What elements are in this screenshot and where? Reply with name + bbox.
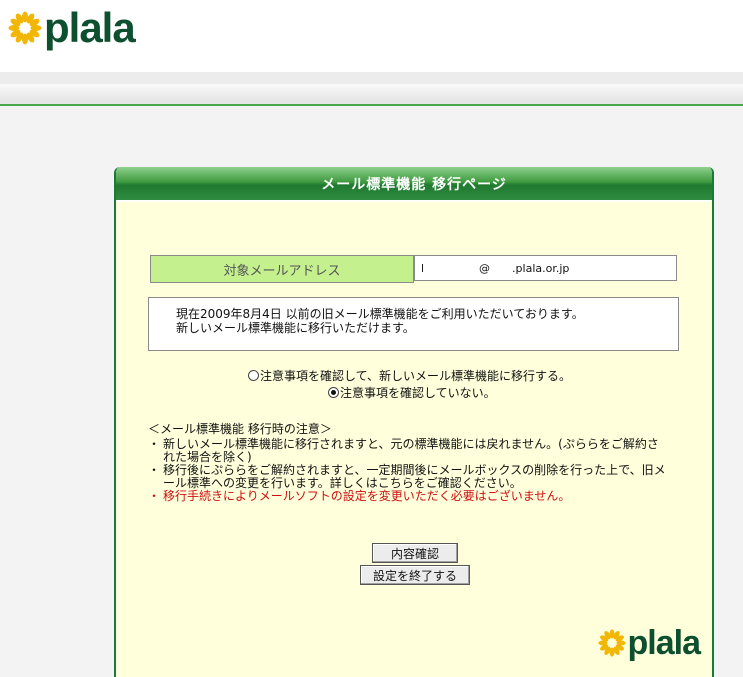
- status-line: 現在2009年8月4日 以前の旧メール標準機能をご利用いただいております。: [176, 307, 584, 321]
- note-text: 移行後にぷららをご解約されますと、一定期間後にメールボックスの削除を行った上で、…: [163, 463, 666, 490]
- sun-flower-icon: [8, 11, 42, 45]
- status-line: 新しいメール標準機能に移行いただけます。: [176, 321, 415, 335]
- header-divider: [0, 72, 743, 106]
- finish-settings-button[interactable]: 設定を終了する: [360, 565, 470, 585]
- confirm-content-button[interactable]: 内容確認: [372, 543, 458, 563]
- migration-panel: メール標準機能 移行ページ 対象メールアドレス l @ .plala.or.jp…: [114, 167, 714, 677]
- notes-heading: ＜メール標準機能 移行時の注意＞: [148, 422, 332, 436]
- note-bullet: ・: [148, 489, 161, 503]
- current-status-message: 現在2009年8月4日 以前の旧メール標準機能をご利用いただいております。 新し…: [148, 297, 679, 351]
- option-not-confirmed[interactable]: 注意事項を確認していない。: [328, 384, 496, 401]
- option-migrate[interactable]: 注意事項を確認して、新しいメール標準機能に移行する。: [248, 367, 571, 384]
- note-bullet: ・: [148, 463, 161, 477]
- note-item: ・ 移行後にぷららをご解約されますと、一定期間後にメールボックスの削除を行った上…: [148, 464, 668, 490]
- target-address-label: 対象メールアドレス: [150, 255, 414, 283]
- note-bullet: ・: [148, 437, 161, 451]
- logo-wordmark: plala: [627, 624, 701, 662]
- not-confirmed-radio[interactable]: [328, 387, 339, 398]
- note-text: 移行手続きによりメールソフトの設定を変更いただく必要はございません。: [163, 489, 571, 503]
- note-text: 新しいメール標準機能に移行されますと、元の標準機能には戻れません。(ぷららをご解…: [163, 437, 659, 464]
- migrate-option-label: 注意事項を確認して、新しいメール標準機能に移行する。: [260, 369, 572, 383]
- sun-flower-icon: [597, 629, 626, 657]
- note-item: ・ 新しいメール標準機能に移行されますと、元の標準機能には戻れません。(ぷららを…: [148, 438, 668, 464]
- not-confirmed-option-label: 注意事項を確認していない。: [340, 386, 496, 400]
- migrate-radio[interactable]: [248, 370, 259, 381]
- plala-footer-logo: plala: [597, 624, 701, 662]
- page-title: メール標準機能 移行ページ: [321, 176, 507, 193]
- site-header: plala: [0, 0, 743, 72]
- panel-header: メール標準機能 移行ページ: [116, 167, 712, 202]
- migration-notes: ＜メール標準機能 移行時の注意＞ ・ 新しいメール標準機能に移行されますと、元の…: [148, 423, 668, 503]
- plala-logo[interactable]: plala: [8, 4, 136, 51]
- note-item-warning: ・ 移行手続きによりメールソフトの設定を変更いただく必要はございません。: [148, 490, 668, 503]
- target-address-value: l @ .plala.or.jp: [414, 255, 677, 281]
- logo-wordmark: plala: [44, 4, 136, 51]
